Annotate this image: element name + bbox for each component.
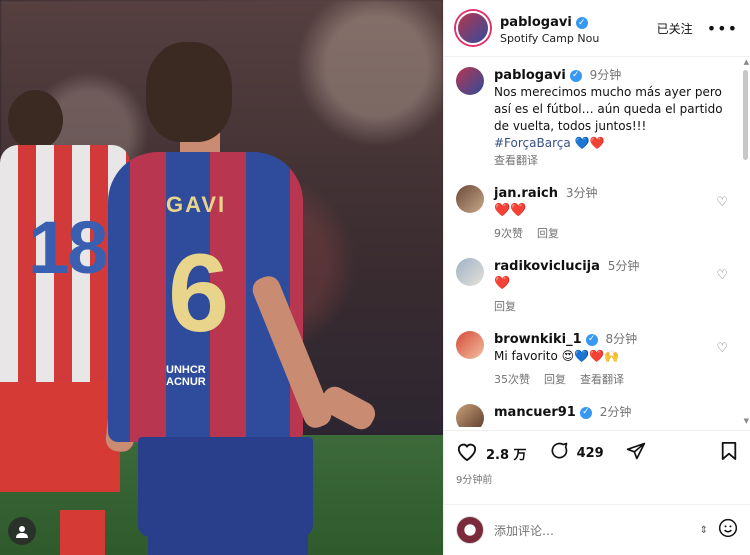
comment-text: Mi favorito 😍💙❤️🙌: [494, 349, 619, 363]
like-count[interactable]: 2.8 万: [486, 444, 527, 463]
post-time: 9分钟前: [456, 475, 493, 486]
verified-icon: ✓: [579, 406, 592, 419]
translate-link[interactable]: 查看翻译: [580, 371, 624, 388]
caption-emoji: 💙❤️: [574, 136, 605, 150]
comment-time: 5分钟: [607, 259, 640, 273]
rival-number: 18: [28, 206, 108, 289]
comments-scroll[interactable]: pablogavi ✓ 9分钟 Nos merecimos mucho más …: [444, 57, 750, 427]
post-location[interactable]: Spotify Camp Nou: [500, 32, 657, 45]
caption-text: Nos merecimos mucho más ayer pero así es…: [494, 85, 723, 133]
commenter-avatar[interactable]: [456, 185, 484, 213]
commenter-username[interactable]: jan.raich: [494, 185, 558, 202]
save-icon[interactable]: [720, 441, 738, 465]
more-options-icon[interactable]: •••: [707, 19, 738, 38]
reply-button[interactable]: 回复: [544, 371, 566, 388]
following-button[interactable]: 已关注: [657, 20, 693, 37]
caption-avatar[interactable]: [456, 67, 484, 95]
comment-time: 2分钟: [599, 405, 632, 419]
commenter-avatar[interactable]: [456, 404, 484, 427]
comment-time: 8分钟: [605, 332, 638, 346]
hashtag-link[interactable]: #ForçaBarça: [494, 136, 571, 150]
expand-icon[interactable]: ⇕: [700, 525, 708, 536]
post-header: pablogavi ✓ Spotify Camp Nou 已关注 •••: [444, 0, 750, 57]
verified-icon: ✓: [585, 333, 598, 346]
commenter-username[interactable]: radikoviclucija: [494, 258, 600, 275]
own-avatar: [456, 516, 484, 544]
caption: pablogavi ✓ 9分钟 Nos merecimos mucho más …: [456, 67, 738, 169]
comment: brownkiki_1 ✓ 8分钟 Mi favorito 😍💙❤️🙌 35次赞…: [456, 331, 738, 388]
caption-username[interactable]: pablogavi: [494, 67, 566, 84]
jersey-sponsor: UNHCR ACNUR: [166, 364, 206, 388]
like-comment-icon[interactable]: ♡: [716, 195, 728, 210]
comment-time: 3分钟: [565, 186, 598, 200]
comment-icon[interactable]: [549, 441, 569, 465]
verified-icon: ✓: [575, 16, 588, 29]
post-actions: 2.8 万 429 9分钟前: [444, 430, 750, 490]
reply-button[interactable]: 回复: [537, 225, 559, 242]
commenter-avatar[interactable]: [456, 258, 484, 286]
emoji-icon[interactable]: [718, 518, 738, 542]
post-photo[interactable]: 18 GAVI 6 UNHCR ACNUR: [0, 0, 443, 555]
comment: jan.raich 3分钟 ❤️❤️ 9次赞 回复 ♡: [456, 185, 738, 242]
comment-input[interactable]: 添加评论…: [494, 522, 690, 539]
scroll-up-icon[interactable]: ▲: [744, 58, 749, 66]
verified-icon: ✓: [569, 69, 582, 82]
comment-text: ❤️: [494, 276, 511, 291]
main-player: GAVI 6 UNHCR ACNUR: [104, 42, 388, 555]
jersey-name: GAVI: [166, 192, 227, 217]
comment-likes[interactable]: 35次赞: [494, 371, 530, 388]
comment-text: ❤️❤️: [494, 203, 527, 218]
like-comment-icon[interactable]: ♡: [716, 341, 728, 356]
like-icon[interactable]: [456, 441, 478, 465]
comment: radikoviclucija 5分钟 ❤️ 回复 ♡: [456, 258, 738, 315]
reply-button[interactable]: 回复: [494, 298, 516, 315]
jersey-number: 6: [168, 232, 230, 355]
tagged-user-icon[interactable]: [8, 517, 36, 545]
commenter-username[interactable]: brownkiki_1: [494, 331, 582, 348]
author-username[interactable]: pablogavi: [500, 15, 572, 30]
like-comment-icon[interactable]: ♡: [716, 268, 728, 283]
comment-likes[interactable]: 9次赞: [494, 225, 523, 242]
commenter-username[interactable]: mancuer91: [494, 404, 576, 421]
caption-time: 9分钟: [589, 68, 622, 82]
scroll-down-icon[interactable]: ▼: [744, 417, 749, 425]
translate-link[interactable]: 查看翻译: [494, 152, 738, 169]
post-panel: pablogavi ✓ Spotify Camp Nou 已关注 ••• pab…: [443, 0, 750, 555]
commenter-avatar[interactable]: [456, 331, 484, 359]
scrollbar-thumb[interactable]: [743, 70, 748, 160]
comment: mancuer91 ✓ 2分钟: [456, 404, 738, 427]
author-avatar[interactable]: [456, 11, 490, 45]
comment-composer: 添加评论… ⇕: [444, 504, 750, 555]
comment-count[interactable]: 429: [577, 446, 604, 461]
share-icon[interactable]: [626, 441, 646, 465]
